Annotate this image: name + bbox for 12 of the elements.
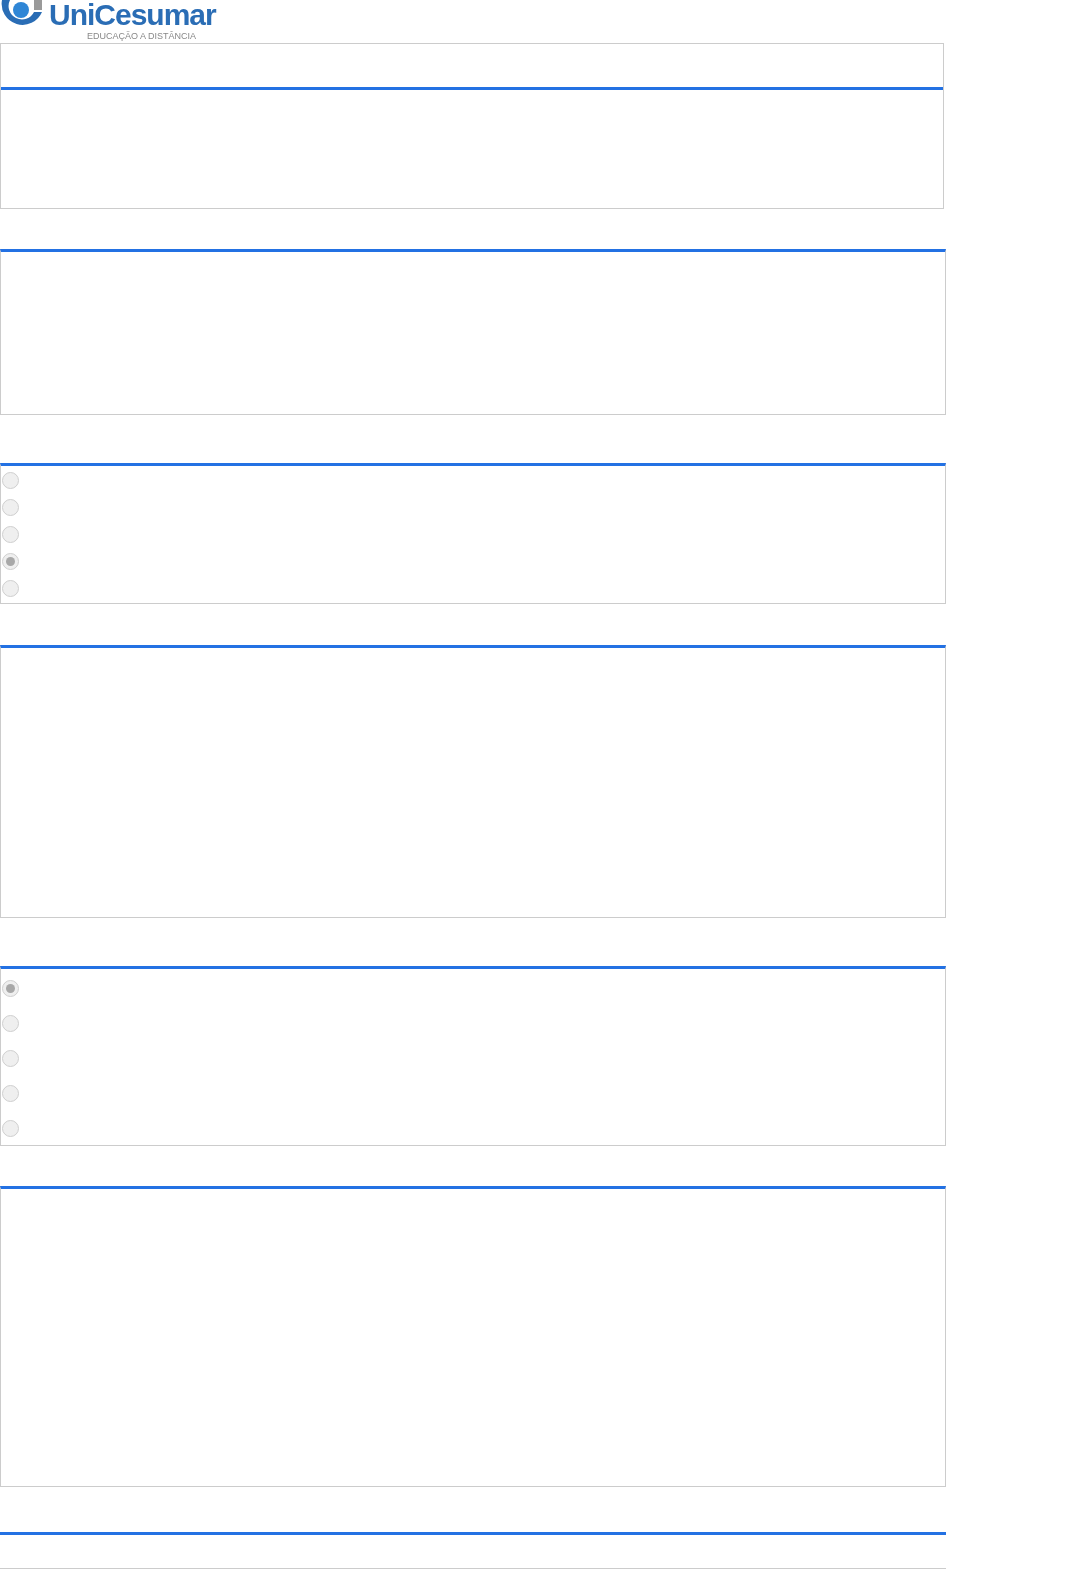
radio-button[interactable] [2,472,19,489]
logo-wordmark: UniCesumar [49,0,216,31]
radio-button[interactable] [2,580,19,597]
radio-button[interactable] [2,526,19,543]
radio-button[interactable] [2,553,19,570]
radio-button[interactable] [2,1050,19,1067]
radio-button[interactable] [2,1085,19,1102]
radio-button[interactable] [2,980,19,997]
radio-button[interactable] [2,1120,19,1137]
logo-tagline: EDUCAÇÃO A DISTÂNCIA [87,31,198,41]
radio-button[interactable] [2,1015,19,1032]
radio-button[interactable] [2,499,19,516]
